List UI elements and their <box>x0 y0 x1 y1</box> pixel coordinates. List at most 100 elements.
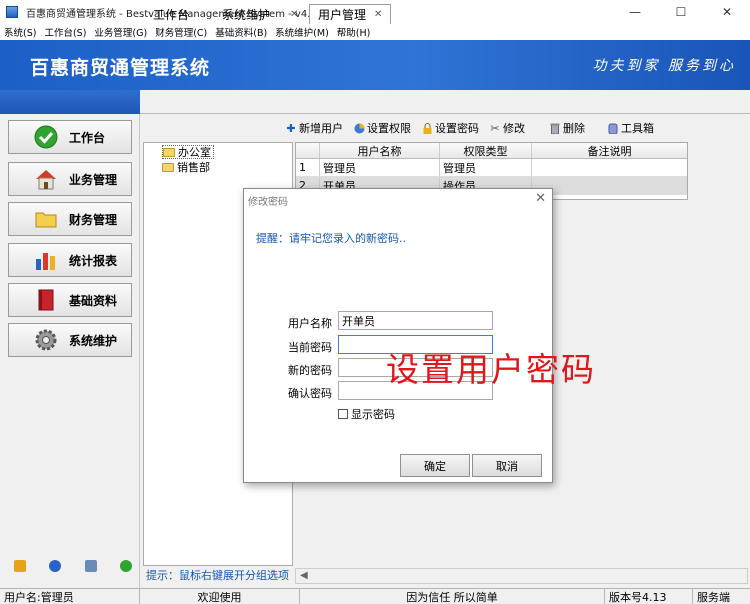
menu-system[interactable]: 系统(S) <box>0 25 40 39</box>
tab-label: 用户管理 <box>318 8 367 22</box>
horizontal-scrollbar[interactable]: ◀ <box>295 568 748 584</box>
nav-label: 业务管理 <box>69 172 118 187</box>
dialog-title: 修改密码 <box>248 197 288 208</box>
table-row[interactable]: 1 管理员 管理员 <box>296 159 687 177</box>
ok-button[interactable]: 确定 <box>400 454 470 477</box>
close-window-button[interactable]: ✕ <box>704 0 750 24</box>
table-header: 用户名称 权限类型 备注说明 <box>296 143 687 159</box>
column-header[interactable]: 备注说明 <box>532 143 687 158</box>
confirm-password-label: 确认密码 <box>288 387 332 400</box>
row-number: 1 <box>296 159 320 176</box>
plus-icon: ✚ <box>286 121 296 135</box>
trash-icon <box>549 122 561 134</box>
set-permission-button[interactable]: 设置权限 <box>353 120 411 136</box>
add-user-button[interactable]: ✚ 新增用户 <box>285 120 343 136</box>
checkbox-box[interactable] <box>338 409 348 419</box>
toolbox-icon <box>607 122 619 134</box>
new-password-label: 新的密码 <box>288 364 332 377</box>
status-version: 版本号4.13 <box>605 589 693 604</box>
status-motto: 因为信任 所以简单 <box>300 589 605 604</box>
menu-business[interactable]: 业务管理(G) <box>90 25 151 39</box>
book-icon <box>33 287 59 313</box>
cancel-button[interactable]: 取消 <box>472 454 542 477</box>
key-icon[interactable] <box>14 560 26 572</box>
column-header[interactable]: 用户名称 <box>320 143 440 158</box>
nav-reports-button[interactable]: 统计报表 <box>8 243 132 277</box>
column-header[interactable]: 权限类型 <box>440 143 532 158</box>
check-icon <box>33 124 59 150</box>
exit-icon[interactable] <box>119 560 132 572</box>
tree-item-office[interactable]: 办公室 <box>162 145 214 159</box>
folder-icon <box>162 162 174 172</box>
nav-workbench-button[interactable]: 工作台 <box>8 120 132 154</box>
status-user: 用户名:管理员 <box>0 589 140 604</box>
toolbar-label: 修改 <box>503 122 525 135</box>
close-icon[interactable]: ✕ <box>374 9 382 20</box>
menu-basic-data[interactable]: 基础资料(B) <box>211 25 271 39</box>
tree-hint: 提示：鼠标右键展开分组选项 <box>146 569 289 582</box>
tree-item-sales[interactable]: 销售部 <box>162 160 210 174</box>
bar-chart-icon <box>33 247 59 273</box>
tab-workbench[interactable]: 工作台 <box>153 4 189 24</box>
cell-note <box>532 159 687 176</box>
nav-label: 统计报表 <box>69 253 118 268</box>
nav-maintenance-button[interactable]: 系统维护 <box>8 323 132 357</box>
checkbox-label: 显示密码 <box>351 408 395 421</box>
username-label: 用户名称 <box>288 317 332 330</box>
menu-maintenance[interactable]: 系统维护(M) <box>271 25 333 39</box>
shield-icon <box>353 122 365 134</box>
scroll-left-icon[interactable]: ◀ <box>300 570 308 581</box>
menu-help[interactable]: 帮助(H) <box>333 25 375 39</box>
close-icon[interactable]: ✕ <box>290 9 298 20</box>
menu-workbench[interactable]: 工作台(S) <box>40 25 90 39</box>
nav-finance-button[interactable]: 财务管理 <box>8 202 132 236</box>
dialog-reminder: 提醒：请牢记您录入的新密码.. <box>256 232 406 245</box>
nav-label: 工作台 <box>69 130 106 145</box>
menu-bar: 系统(S) 工作台(S) 业务管理(G) 财务管理(C) 基础资料(B) 系统维… <box>0 24 750 40</box>
nav-label: 系统维护 <box>69 333 118 348</box>
nav-basic-data-button[interactable]: 基础资料 <box>8 283 132 317</box>
maximize-button[interactable]: ☐ <box>658 0 704 24</box>
folder-icon <box>163 147 175 157</box>
nav-business-button[interactable]: 业务管理 <box>8 162 132 196</box>
toolbar: ✚ 新增用户 设置权限 设置密码 ✂ 修改 删除 工具箱 <box>285 118 664 138</box>
tree-label: 销售部 <box>177 161 210 174</box>
toolbox-button[interactable]: 工具箱 <box>607 120 654 136</box>
toolbar-label: 工具箱 <box>621 122 654 135</box>
nav-label: 财务管理 <box>69 212 118 227</box>
tools-icon: ✂ <box>490 121 500 135</box>
show-password-checkbox[interactable]: 显示密码 <box>338 406 395 422</box>
status-bar: 用户名:管理员 欢迎使用 因为信任 所以简单 版本号4.13 服务端 <box>0 588 750 604</box>
tab-label: 系统维护 <box>222 7 271 22</box>
cell-type: 管理员 <box>440 159 532 176</box>
edit-button[interactable]: ✂ 修改 <box>489 120 525 136</box>
set-password-button[interactable]: 设置密码 <box>421 120 479 136</box>
app-icon <box>6 6 18 18</box>
gear-icon <box>33 327 59 353</box>
menu-finance[interactable]: 财务管理(C) <box>151 25 211 39</box>
row-number-header <box>296 143 320 158</box>
toolbar-label: 删除 <box>563 122 585 135</box>
current-password-label: 当前密码 <box>288 341 332 354</box>
banner-title: 百惠商贸通管理系统 <box>30 57 211 79</box>
house-icon <box>33 166 59 192</box>
overlay-caption: 设置用户密码 <box>386 350 596 389</box>
tab-maintenance[interactable]: 系统维护 ✕ <box>222 4 298 24</box>
status-welcome: 欢迎使用 <box>140 589 300 604</box>
dialog-close-icon[interactable]: ✕ <box>535 191 546 206</box>
minimize-button[interactable]: — <box>612 0 658 24</box>
banner: 百惠商贸通管理系统 功夫到家 服务到心 <box>0 40 750 90</box>
clock-icon[interactable] <box>49 560 62 572</box>
tree-label: 办公室 <box>178 146 211 159</box>
status-mode: 服务端 <box>697 590 730 604</box>
delete-button[interactable]: 删除 <box>549 120 585 136</box>
quick-icons <box>14 560 132 572</box>
cell-name: 管理员 <box>320 159 440 176</box>
search-icon[interactable] <box>84 560 97 572</box>
tab-bar <box>140 90 750 114</box>
folder-icon <box>33 206 59 232</box>
username-field[interactable]: 开单员 <box>338 311 493 330</box>
cell-note <box>532 177 687 194</box>
tab-user-management[interactable]: 用户管理 ✕ <box>309 4 392 24</box>
lock-icon <box>421 122 433 134</box>
